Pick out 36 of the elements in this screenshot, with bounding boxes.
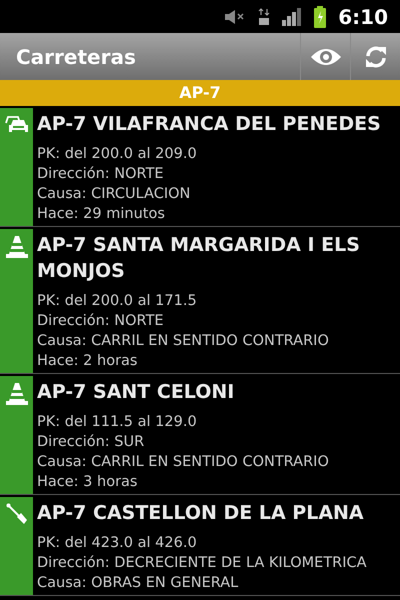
incident-detail: Causa: CARRIL EN SENTIDO CONTRARIO [37, 332, 330, 351]
incident-detail: Causa: CIRCULACION [37, 185, 192, 204]
incident-title: AP-7 CASTELLON DE LA PLANA [37, 501, 365, 526]
incident-detail: Dirección: NORTE [37, 312, 165, 331]
incident-detail: Causa: CARRIL EN SENTIDO CONTRARIO [37, 453, 330, 472]
traffic-cone-icon [4, 382, 28, 406]
incident-item[interactable]: AP-7 CASTELLON DE LA PLANA PK: del 423.0 al 426.0 Dirección: DECRECIENTE DE LA KILOMETRICA Causa: OBRAS EN GENERAL [0, 497, 400, 596]
incident-detail: PK: del 111.5 al 129.0 [37, 413, 198, 432]
incident-detail: Hace: 29 minutos [37, 205, 166, 224]
incident-title: AP-7 SANTA MARGARIDA I ELS MONJOS [37, 233, 361, 284]
incident-item[interactable]: AP-7 SANTA MARGARIDA I ELS MONJOS PK: del 200.0 al 171.5 Dirección: NORTE Causa: CARRIL EN SENTIDO CONTRARIO Hace: 2 horas [0, 229, 400, 374]
signal-icon [282, 8, 302, 26]
incident-detail: Dirección: DECRECIENTE DE LA KILOMETRICA [37, 554, 368, 573]
refresh-icon [364, 44, 388, 68]
incident-detail: Causa: OBRAS EN GENERAL [37, 574, 240, 593]
section-header: AP-7 [0, 80, 400, 106]
incident-detail: PK: del 200.0 al 171.5 [37, 292, 198, 311]
incident-item[interactable]: AP-7 SANT CELONI PK: del 111.5 al 129.0 Dirección: SUR Causa: CARRIL EN SENTIDO CONTRARIO Hace: 3 horas [0, 376, 400, 495]
traffic-cone-icon [4, 235, 28, 259]
eye-icon [310, 46, 342, 66]
incident-detail: Hace: 2 horas [37, 352, 138, 371]
incident-detail: PK: del 423.0 al 426.0 [37, 534, 198, 553]
incident-detail: Dirección: SUR [37, 433, 146, 452]
app-title: Carreteras [15, 44, 137, 70]
incident-detail: PK: del 200.0 al 209.0 [37, 145, 198, 164]
incident-item[interactable]: AP-7 VILAFRANCA DEL PENEDES PK: del 200.0 al 209.0 Dirección: NORTE Causa: CIRCULACION Hace: 29 minutos [0, 108, 400, 227]
incident-title: AP-7 SANT CELONI [37, 380, 236, 405]
clock: 6:10 [338, 4, 388, 30]
incident-detail: Hace: 3 horas [37, 473, 138, 492]
battery-icon [314, 6, 326, 28]
muted-speaker-icon [224, 8, 246, 24]
cars-icon [4, 114, 30, 134]
network-3g-icon [258, 8, 270, 26]
shovel-icon [6, 503, 28, 525]
incident-detail: Dirección: NORTE [37, 165, 165, 184]
incident-title: AP-7 VILAFRANCA DEL PENEDES [37, 112, 382, 137]
